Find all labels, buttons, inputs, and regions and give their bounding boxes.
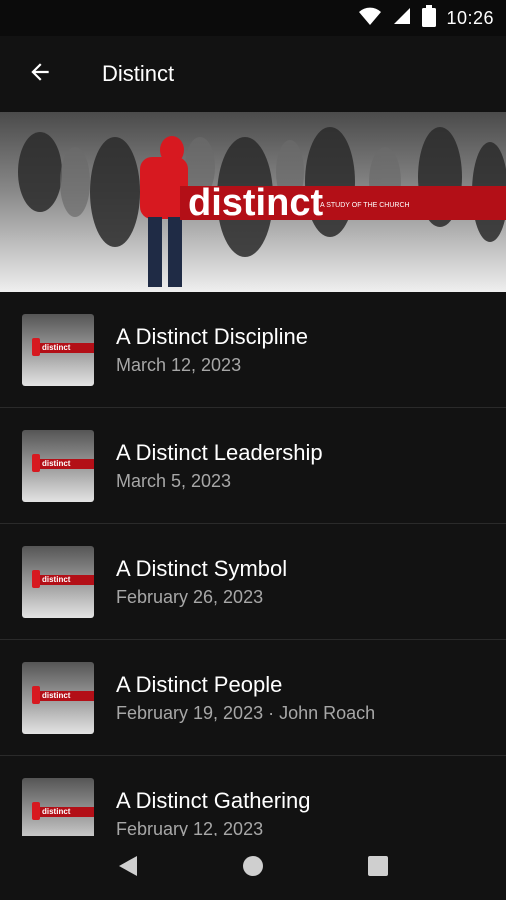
sermon-thumbnail: distinct bbox=[22, 777, 94, 836]
sermon-title: A Distinct Leadership bbox=[116, 439, 323, 465]
arrow-left-icon bbox=[27, 59, 53, 90]
nav-recent-button[interactable] bbox=[363, 853, 393, 883]
nav-back-button[interactable] bbox=[113, 853, 143, 883]
banner-image: distinct A STUDY OF THE CHURCH bbox=[0, 112, 506, 292]
page-title: Distinct bbox=[102, 61, 175, 86]
banner-title: distinct bbox=[188, 182, 323, 224]
back-button[interactable] bbox=[20, 54, 60, 94]
sermon-title: A Distinct People bbox=[116, 671, 283, 697]
wifi-icon bbox=[358, 6, 382, 31]
signal-icon bbox=[392, 6, 412, 31]
list-item[interactable]: distinct A Distinct Discipline March 12,… bbox=[0, 292, 506, 408]
list-item[interactable]: distinct A Distinct Gathering February 1… bbox=[0, 756, 506, 836]
sermon-date: February 26, 2023 bbox=[116, 586, 264, 607]
sermon-date: February 12, 2023 bbox=[116, 818, 264, 837]
list-item[interactable]: distinct A Distinct Leadership March 5, … bbox=[0, 408, 506, 524]
list-item[interactable]: distinct A Distinct Symbol February 26, … bbox=[0, 524, 506, 640]
sermon-title: A Distinct Symbol bbox=[116, 555, 288, 581]
app-bar: Distinct bbox=[0, 36, 506, 112]
battery-icon bbox=[422, 4, 437, 32]
sermon-thumbnail: distinct bbox=[22, 429, 94, 502]
sermon-list: distinct A Distinct Discipline March 12,… bbox=[0, 292, 506, 836]
list-item[interactable]: distinct A Distinct People February 19, … bbox=[0, 640, 506, 756]
sermon-thumbnail: distinct bbox=[22, 545, 94, 618]
sermon-date: March 12, 2023 bbox=[116, 354, 242, 375]
system-nav-bar bbox=[0, 836, 506, 900]
sermon-thumbnail: distinct bbox=[22, 661, 94, 734]
sermon-title: A Distinct Gathering bbox=[116, 787, 311, 813]
sermon-date: February 19, 2023 · John Roach bbox=[116, 702, 376, 723]
sermon-thumbnail: distinct bbox=[22, 313, 94, 386]
nav-home-icon bbox=[241, 854, 265, 883]
nav-home-button[interactable] bbox=[238, 853, 268, 883]
series-banner: distinct A STUDY OF THE CHURCH bbox=[0, 112, 506, 292]
banner-tagline: A STUDY OF THE CHURCH bbox=[320, 202, 410, 209]
sermon-title: A Distinct Discipline bbox=[116, 323, 308, 349]
nav-back-icon bbox=[117, 854, 139, 883]
nav-recent-icon bbox=[367, 855, 389, 882]
status-bar: 10:26 bbox=[0, 0, 506, 36]
status-time: 10:26 bbox=[446, 7, 494, 28]
sermon-date: March 5, 2023 bbox=[116, 470, 232, 491]
